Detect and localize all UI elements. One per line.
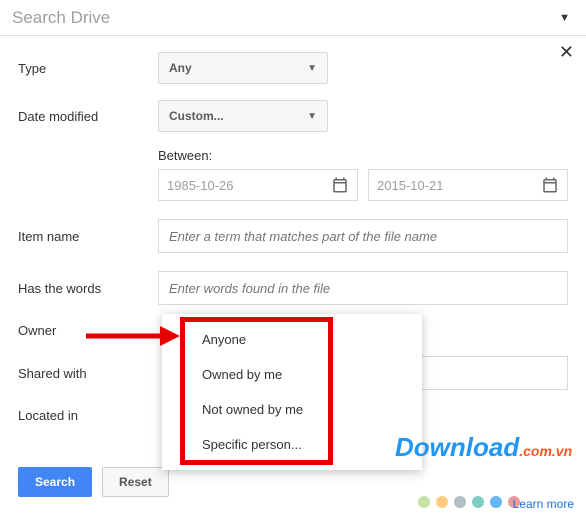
date-inputs: 1985-10-26 2015-10-21 xyxy=(158,169,568,201)
owner-option-not-owned-by-me[interactable]: Not owned by me xyxy=(162,392,422,427)
type-value: Any xyxy=(169,61,192,75)
between-block: Between: 1985-10-26 2015-10-21 xyxy=(158,148,568,201)
shared-with-label: Shared with xyxy=(18,366,158,381)
row-date-modified: Date modified Custom... ▼ xyxy=(18,100,568,132)
reset-button[interactable]: Reset xyxy=(102,467,169,497)
row-item-name: Item name xyxy=(18,219,568,253)
expand-icon[interactable]: ▼ xyxy=(555,12,574,24)
dot-icon xyxy=(472,496,484,508)
dot-icon xyxy=(418,496,430,508)
owner-option-specific-person[interactable]: Specific person... xyxy=(162,427,422,462)
located-in-label: Located in xyxy=(18,408,158,423)
date-from-value: 1985-10-26 xyxy=(167,178,331,193)
between-label: Between: xyxy=(158,148,568,163)
close-icon[interactable]: ✕ xyxy=(559,42,574,63)
date-to-input[interactable]: 2015-10-21 xyxy=(368,169,568,201)
chevron-down-icon: ▼ xyxy=(307,111,317,122)
has-words-input[interactable] xyxy=(158,271,568,305)
date-modified-value: Custom... xyxy=(169,109,224,123)
item-name-input[interactable] xyxy=(158,219,568,253)
dot-icon xyxy=(490,496,502,508)
watermark-suffix: .com.vn xyxy=(519,443,572,459)
watermark-dots xyxy=(418,496,520,508)
chevron-down-icon: ▼ xyxy=(307,63,317,74)
date-to-value: 2015-10-21 xyxy=(377,178,541,193)
search-bar[interactable]: Search Drive ▼ xyxy=(0,0,586,36)
type-dropdown[interactable]: Any ▼ xyxy=(158,52,328,84)
owner-option-owned-by-me[interactable]: Owned by me xyxy=(162,357,422,392)
date-modified-label: Date modified xyxy=(18,109,158,124)
learn-more-link[interactable]: Learn more xyxy=(513,497,574,511)
type-label: Type xyxy=(18,61,158,76)
buttons-row: Search Reset xyxy=(0,467,586,497)
owner-dropdown-menu: Anyone Owned by me Not owned by me Speci… xyxy=(162,314,422,470)
dot-icon xyxy=(436,496,448,508)
has-words-label: Has the words xyxy=(18,281,158,296)
search-button[interactable]: Search xyxy=(18,467,92,497)
dot-icon xyxy=(454,496,466,508)
owner-label: Owner xyxy=(18,323,158,338)
item-name-label: Item name xyxy=(18,229,158,244)
calendar-icon xyxy=(331,176,349,194)
date-from-input[interactable]: 1985-10-26 xyxy=(158,169,358,201)
search-placeholder: Search Drive xyxy=(12,8,555,28)
row-type: Type Any ▼ xyxy=(18,52,568,84)
calendar-icon xyxy=(541,176,559,194)
owner-option-anyone[interactable]: Anyone xyxy=(162,322,422,357)
row-has-words: Has the words xyxy=(18,271,568,305)
date-modified-dropdown[interactable]: Custom... ▼ xyxy=(158,100,328,132)
